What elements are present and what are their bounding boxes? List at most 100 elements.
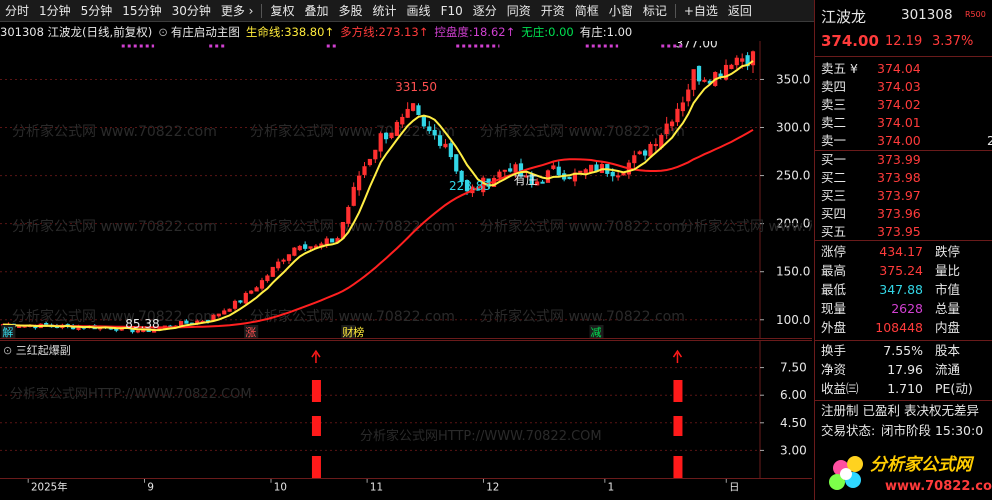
candle-body — [135, 330, 140, 333]
ask-label: 卖一 — [821, 133, 847, 148]
candle-body — [691, 69, 696, 90]
sub-y-tick-label: 6.00 — [780, 388, 807, 402]
candle-body — [589, 164, 594, 173]
toolbar-item[interactable]: 分时 — [0, 0, 34, 22]
candle-body — [642, 150, 648, 156]
stat-value: 1.710 — [887, 381, 923, 396]
toolbar-item[interactable]: 更多 › — [216, 0, 259, 22]
candle-body — [216, 313, 221, 317]
toolbar-item[interactable]: 15分钟 — [117, 0, 166, 22]
y-tick-label: 250.0 — [776, 169, 810, 183]
toolbar-item[interactable]: 1分钟 — [34, 0, 76, 22]
bid-row: 买五 373.95 — [819, 223, 991, 241]
indicator-dropdown-icon[interactable]: ⊙ — [158, 25, 168, 39]
trade-status-value: 闭市阶段 15:30:0 — [881, 423, 984, 438]
toolbar-item[interactable]: 逐分 — [468, 0, 502, 22]
signal-bar — [673, 456, 683, 478]
stock-name: 江波龙 — [821, 8, 867, 26]
toolbar-item[interactable]: 开资 — [536, 0, 570, 22]
quote-panel: 江波龙 301308 R500 374.00 12.19 3.37% 卖五 ¥ 3… — [814, 0, 992, 500]
ask-label: 卖二 — [821, 115, 847, 130]
toolbar-separator — [674, 3, 676, 18]
logo-text: 分析家公式网 — [870, 455, 975, 475]
signal-label: 涨 — [245, 326, 256, 339]
ask-row: 卖二 374.01 — [819, 114, 991, 132]
bid-price: 373.96 — [877, 206, 921, 221]
candlestick-chart[interactable]: 100.0150.0200.0250.0300.0350.0分析家公式网 www… — [0, 41, 812, 339]
candle-body — [367, 158, 373, 166]
indicator-name[interactable]: 有庄启动主图 — [171, 24, 240, 40]
stat-label: PE(动) — [935, 381, 973, 396]
candle-body — [702, 79, 707, 82]
stat-value: 7.55% — [883, 343, 923, 358]
x-axis: 2025年 9 10 11 12 1 日 — [0, 478, 812, 493]
indicator-value-number: 18.62↑ — [472, 25, 516, 39]
price-change: 12.19 — [885, 34, 923, 49]
x-tick-label: 日 — [729, 481, 739, 493]
candle-body — [383, 132, 389, 140]
bid-label: 买五 — [821, 224, 847, 239]
ask1-extra: 2 — [987, 133, 992, 148]
candle-body — [400, 116, 405, 125]
toolbar-item[interactable]: 同资 — [502, 0, 536, 22]
candle-body — [632, 155, 637, 164]
toolbar-item[interactable]: 标记 — [638, 0, 672, 22]
candle-body — [448, 143, 453, 158]
toolbar-item[interactable]: 小窗 — [604, 0, 638, 22]
candle-body — [330, 238, 335, 243]
toolbar-item[interactable]: F10 — [436, 0, 468, 22]
x-tick-label: 10 — [274, 481, 287, 493]
toolbar-item[interactable]: 多股 — [334, 0, 368, 22]
trade-status-label: 交易状态: — [821, 423, 876, 438]
sub-y-tick-label: 4.50 — [780, 416, 807, 430]
watermark-text: 分析家公式网 www.70822.com — [12, 123, 217, 140]
life-line — [3, 60, 754, 332]
sub-indicator-title[interactable]: ⊙ 三红起爆副 — [3, 342, 71, 358]
candle-body — [362, 166, 367, 175]
watermark-text: 分析家公式网 www.70822.com — [480, 308, 685, 325]
ask-price: 374.02 — [877, 97, 921, 112]
candle-body — [653, 144, 658, 147]
stat-value: 2628 — [891, 301, 923, 316]
candle-body — [664, 123, 669, 135]
toolbar-item[interactable]: 5分钟 — [76, 0, 118, 22]
watermark-text: 分析家公式网 www.70822.com — [250, 308, 455, 325]
watermark-text: 分析家公式网 www.70822.com — [680, 218, 812, 235]
candle-body — [357, 175, 362, 191]
stat-row: 外盘 108448 内盘 — [819, 319, 991, 337]
candle-body — [443, 143, 448, 148]
sub-indicator-chart[interactable]: 3.00 4.50 6.00 7.50 分析家公式网HTTP://WWW.70822.C… — [0, 340, 812, 478]
stat-row: 收益㈢ 1.710 PE(动) — [819, 380, 991, 398]
bid-label: 买四 — [821, 206, 847, 221]
stat-label: 外盘 — [821, 320, 847, 335]
signal-label: 减 — [591, 326, 602, 339]
candle-body — [675, 108, 680, 123]
candle-body — [648, 143, 653, 157]
bid-row: 买二 373.98 — [819, 169, 991, 187]
y-tick-label: 100.0 — [776, 313, 810, 327]
toolbar-item[interactable]: 画线 — [402, 0, 436, 22]
toolbar-item[interactable]: +自选 — [679, 0, 723, 22]
toolbar-item[interactable]: 30分钟 — [167, 0, 216, 22]
candle-body — [276, 261, 281, 269]
candle-body — [265, 275, 270, 282]
toolbar-item[interactable]: 简框 — [570, 0, 604, 22]
toolbar-item[interactable]: 返回 — [723, 0, 757, 22]
toolbar-item[interactable]: 复权 — [265, 0, 299, 22]
toolbar-item[interactable]: 统计 — [368, 0, 402, 22]
candle-body — [292, 247, 297, 256]
candle-body — [502, 169, 507, 172]
indicator-value-label: 控盘度: — [434, 25, 473, 39]
candle-body — [567, 176, 572, 180]
candle-body — [551, 165, 556, 169]
r-badge: R500 — [965, 10, 986, 19]
ask-row: 卖一 374.00 — [819, 132, 991, 150]
indicator-value: 有庄:1.00 — [580, 24, 632, 40]
candle-body — [249, 290, 254, 294]
ask-price: 374.04 — [877, 61, 921, 76]
toolbar-item[interactable]: 叠加 — [300, 0, 334, 22]
stat-label: 市值 — [935, 282, 961, 297]
bid-price: 373.97 — [877, 188, 921, 203]
candle-body — [729, 64, 734, 69]
candle-body — [373, 149, 378, 160]
